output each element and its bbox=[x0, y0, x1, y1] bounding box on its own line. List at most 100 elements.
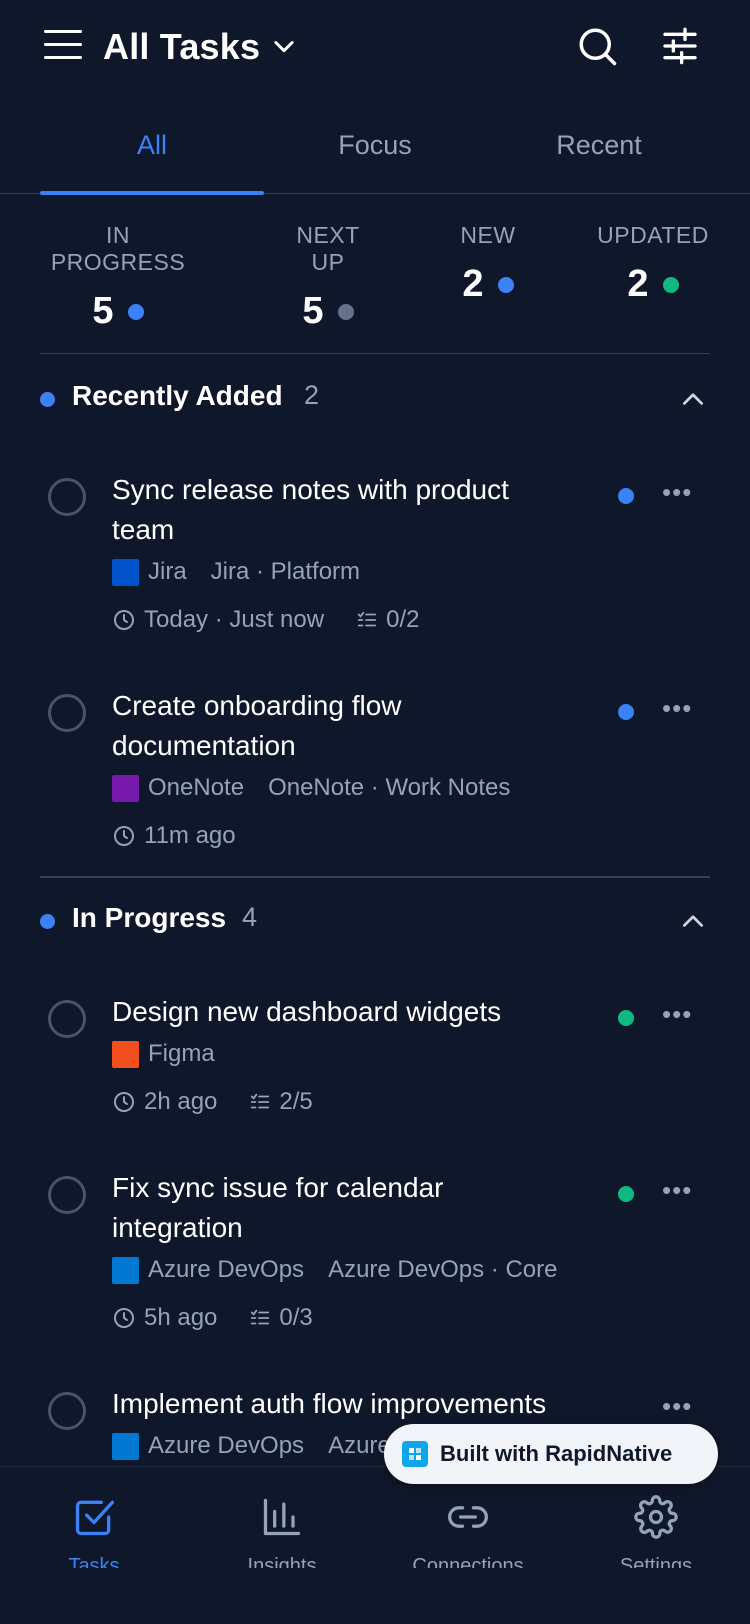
source-name: OneNote bbox=[148, 774, 245, 801]
nav-tasks[interactable]: Tasks bbox=[24, 1495, 164, 1568]
task-time: 11m ago bbox=[144, 822, 236, 849]
more-options-icon[interactable]: ••• bbox=[662, 1393, 692, 1419]
source-name: Azure DevOps bbox=[148, 1432, 305, 1459]
task-item[interactable]: Design new dashboard widgets ••• Figma 2… bbox=[0, 982, 750, 1132]
section-title: Recently Added bbox=[72, 380, 283, 411]
stat-updated[interactable]: UPDATED 2 bbox=[596, 222, 710, 306]
chevron-up-icon[interactable] bbox=[680, 910, 706, 930]
section-title: In Progress bbox=[72, 902, 227, 933]
section-dot bbox=[40, 392, 55, 407]
tab-focus[interactable]: Focus bbox=[263, 130, 487, 161]
rapidnative-logo-icon bbox=[402, 1441, 428, 1467]
chevron-down-icon[interactable] bbox=[270, 32, 298, 60]
bottom-nav: Tasks Insights Connections Settings bbox=[0, 1466, 750, 1624]
task-item[interactable]: Fix sync issue for calendar integration … bbox=[0, 1158, 750, 1348]
menu-icon[interactable] bbox=[44, 30, 82, 62]
stat-next-up[interactable]: NEXT UP 5 bbox=[278, 222, 378, 333]
nav-label: Tasks bbox=[68, 1555, 120, 1568]
task-source: Jira Jira · Platform bbox=[112, 558, 360, 586]
azure-devops-icon bbox=[112, 1432, 139, 1460]
task-source: Azure DevOps Azure DevOps · Core bbox=[112, 1256, 557, 1284]
settings-gear-icon bbox=[634, 1495, 678, 1539]
nav-connections[interactable]: Connections bbox=[398, 1495, 538, 1568]
filter-sliders-icon[interactable] bbox=[660, 24, 700, 68]
status-dot bbox=[662, 276, 679, 293]
badge-text: Built with RapidNative bbox=[440, 1441, 673, 1466]
clock-icon bbox=[114, 610, 134, 630]
task-checkbox[interactable] bbox=[48, 694, 86, 732]
task-title: Fix sync issue for calendar integration bbox=[112, 1172, 444, 1243]
task-title: Sync release notes with product team bbox=[112, 474, 509, 545]
source-path: Jira · Platform bbox=[210, 558, 361, 585]
subtask-count: 0/2 bbox=[386, 606, 420, 633]
source-path: Azure DevOps · Core bbox=[328, 1256, 558, 1283]
task-time: 2h ago bbox=[144, 1088, 218, 1115]
status-dot bbox=[497, 276, 514, 293]
stat-value: 5 bbox=[302, 290, 324, 332]
built-with-badge[interactable]: Built with RapidNative bbox=[384, 1424, 718, 1484]
jira-icon bbox=[112, 558, 139, 586]
clock-icon bbox=[114, 826, 134, 846]
task-time: Today · Just now bbox=[144, 606, 325, 633]
task-meta: 11m ago bbox=[112, 822, 236, 850]
section-header-recently-added[interactable]: Recently Added 2 bbox=[40, 370, 710, 430]
section-count: 4 bbox=[242, 902, 258, 932]
tasks-checkbox-icon bbox=[75, 1500, 114, 1536]
stat-label: NEXT UP bbox=[296, 222, 360, 275]
section-count: 2 bbox=[304, 380, 320, 410]
tab-bar: All Focus Recent bbox=[0, 110, 750, 195]
stat-label: UPDATED bbox=[597, 222, 709, 248]
task-item[interactable]: Sync release notes with product team •••… bbox=[0, 460, 750, 650]
tab-all[interactable]: All bbox=[40, 130, 264, 161]
app-header: All Tasks bbox=[0, 0, 750, 96]
task-item[interactable]: Create onboarding flow documentation •••… bbox=[0, 676, 750, 866]
clock-icon bbox=[114, 1308, 134, 1328]
task-checkbox[interactable] bbox=[48, 1176, 86, 1214]
source-path: Azure bbox=[328, 1432, 391, 1459]
stat-new[interactable]: NEW 2 bbox=[460, 222, 516, 306]
task-checkbox[interactable] bbox=[48, 1000, 86, 1038]
search-icon[interactable] bbox=[576, 24, 618, 68]
subtasks-icon bbox=[251, 1093, 270, 1109]
subtask-count: 0/3 bbox=[279, 1304, 313, 1331]
task-checkbox[interactable] bbox=[48, 1392, 86, 1430]
stat-in-progress[interactable]: IN PROGRESS 5 bbox=[40, 222, 196, 333]
subtask-count: 2/5 bbox=[279, 1088, 313, 1115]
nav-insights[interactable]: Insights bbox=[212, 1495, 352, 1568]
figma-icon bbox=[112, 1040, 139, 1068]
page-title[interactable]: All Tasks bbox=[103, 26, 260, 68]
stat-label: IN PROGRESS bbox=[50, 222, 186, 275]
nav-label: Settings bbox=[619, 1555, 693, 1568]
subtasks-icon bbox=[357, 611, 377, 627]
stat-label: NEW bbox=[460, 222, 516, 248]
source-name: Figma bbox=[148, 1040, 215, 1067]
task-meta: Today · Just now 0/2 bbox=[112, 606, 419, 634]
tab-recent[interactable]: Recent bbox=[487, 130, 711, 161]
task-title: Implement auth flow improvements bbox=[112, 1388, 547, 1419]
more-options-icon[interactable]: ••• bbox=[662, 479, 692, 505]
chevron-up-icon[interactable] bbox=[680, 388, 706, 408]
task-meta: 2h ago 2/5 bbox=[112, 1088, 313, 1116]
stat-value: 2 bbox=[462, 263, 484, 305]
status-dot bbox=[618, 1186, 634, 1202]
status-dot bbox=[337, 303, 354, 320]
task-title: Design new dashboard widgets bbox=[112, 996, 502, 1027]
status-dot bbox=[618, 1010, 634, 1026]
stats-summary: IN PROGRESS 5 NEXT UP 5 NEW 2 UPDATED 2 bbox=[40, 222, 710, 354]
section-divider bbox=[40, 876, 710, 878]
task-source: Azure DevOps Azure bbox=[112, 1432, 391, 1460]
task-checkbox[interactable] bbox=[48, 478, 86, 516]
nav-settings[interactable]: Settings bbox=[586, 1495, 726, 1568]
more-options-icon[interactable]: ••• bbox=[662, 695, 692, 721]
status-dot bbox=[618, 704, 634, 720]
more-options-icon[interactable]: ••• bbox=[662, 1177, 692, 1203]
more-options-icon[interactable]: ••• bbox=[662, 1001, 692, 1027]
active-tab-indicator bbox=[40, 191, 264, 195]
task-time: 5h ago bbox=[144, 1304, 218, 1331]
section-header-in-progress[interactable]: In Progress 4 bbox=[40, 892, 710, 952]
onenote-icon bbox=[112, 774, 139, 802]
task-title: Create onboarding flow documentation bbox=[112, 690, 402, 761]
task-meta: 5h ago 0/3 bbox=[112, 1304, 313, 1332]
section-dot bbox=[40, 914, 55, 929]
connections-link-icon bbox=[448, 1506, 488, 1528]
